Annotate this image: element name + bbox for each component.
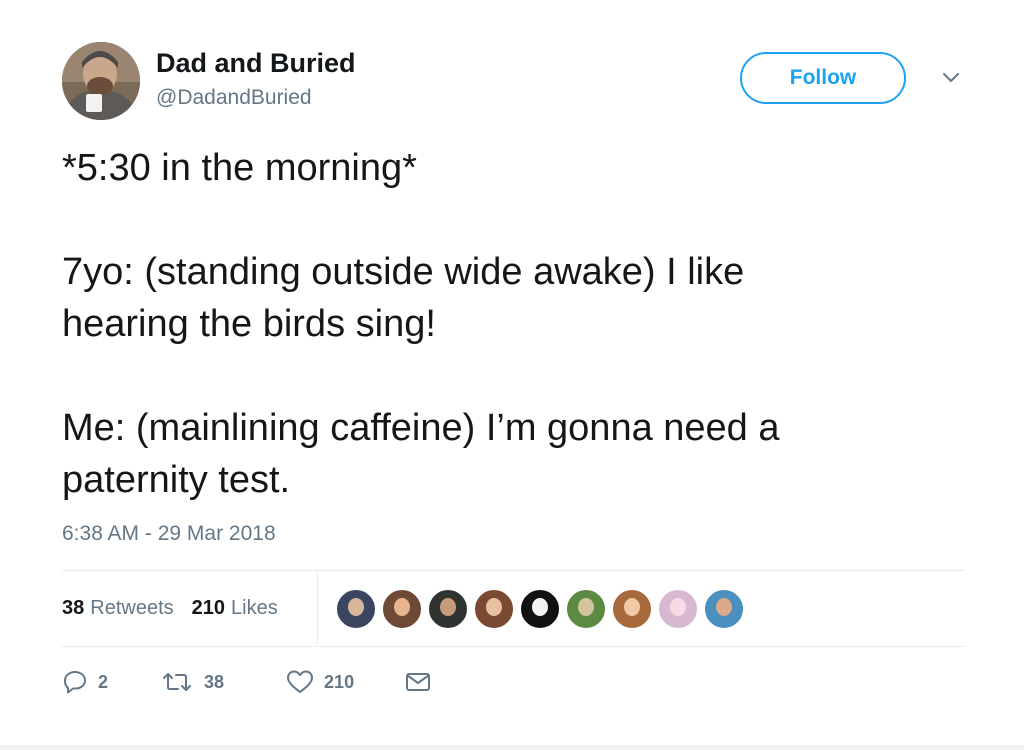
author-avatar[interactable] [62,42,140,120]
like-count: 210 [324,671,355,692]
tweet-card: Dad and Buried @DadandBuried Follow *5:3… [0,0,1024,745]
tweet-text: *5:30 in the morning* 7yo: (standing out… [62,142,962,506]
liker-avatar-2[interactable] [382,589,422,629]
author-name[interactable]: Dad and Buried [156,48,356,79]
retweet-button[interactable]: 38 [160,669,224,695]
liker-avatar-7[interactable] [612,589,652,629]
liker-face [486,598,502,616]
liker-face [348,598,364,616]
reply-icon [62,669,88,695]
like-button[interactable]: 210 [286,669,354,695]
heart-icon [286,669,314,695]
liker-avatar-3[interactable] [428,589,468,629]
retweet-count: 38 [204,671,225,692]
liker-face [716,598,732,616]
page-bottom-border [0,745,1024,750]
liker-face [670,598,686,616]
liker-avatars [336,589,750,629]
tweet-line: *5:30 in the morning* [62,147,417,189]
liker-face [532,598,548,616]
likes-stat-count: 210 [191,596,225,619]
liker-avatar-8[interactable] [658,589,698,629]
reply-count: 2 [98,671,109,692]
likes-stat[interactable]: 210 Likes [192,597,278,620]
direct-message-button[interactable] [404,670,432,694]
tweet-actions: 2 38 210 [62,664,432,700]
retweets-stat[interactable]: 38 Retweets [62,597,174,620]
retweets-stat-label: Retweets [90,596,174,619]
liker-avatar-1[interactable] [336,589,376,629]
liker-face [440,598,456,616]
liker-face [394,598,410,616]
liker-face [624,598,640,616]
likes-stat-label: Likes [231,596,278,619]
liker-avatar-6[interactable] [566,589,606,629]
divider [62,646,964,647]
envelope-icon [404,670,432,694]
liker-avatar-9[interactable] [704,589,744,629]
retweet-icon [160,669,194,695]
liker-face [578,598,594,616]
follow-button[interactable]: Follow [740,52,906,104]
tweet-line: paternity test. [62,459,291,501]
stats-separator [317,571,318,645]
author-handle[interactable]: @DadandBuried [156,86,312,110]
chevron-down-icon[interactable] [938,68,964,88]
tweet-stats: 38 Retweets 210 Likes [62,571,296,645]
liker-avatar-4[interactable] [474,589,514,629]
retweets-stat-count: 38 [62,596,85,619]
tweet-timestamp[interactable]: 6:38 AM - 29 Mar 2018 [62,522,276,546]
tweet-line: hearing the birds sing! [62,303,436,345]
tweet-line: 7yo: (standing outside wide awake) I lik… [62,251,745,293]
liker-avatar-5[interactable] [520,589,560,629]
reply-button[interactable]: 2 [62,669,108,695]
tweet-line: Me: (mainlining caffeine) I’m gonna need… [62,407,780,449]
